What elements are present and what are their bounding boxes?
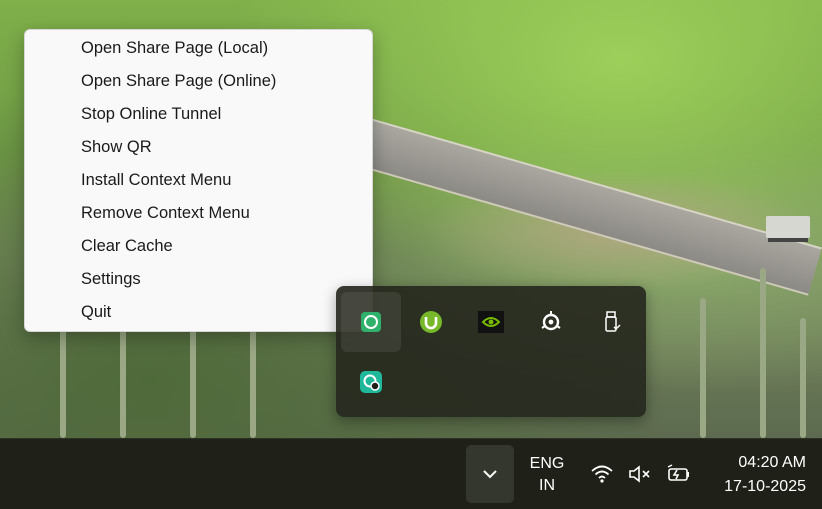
wallpaper-cactus [700,298,706,438]
steelseries-icon [541,311,561,331]
menu-item-show-qr[interactable]: Show QR [25,131,372,164]
taskbar: ENG IN 04:20 AM 17-10-2025 [0,438,822,509]
menu-item-open-share-online[interactable]: Open Share Page (Online) [25,65,372,98]
tray-icon-usb-drive[interactable] [581,292,641,352]
tray-icon-share-app[interactable] [341,292,401,352]
system-tray-icons[interactable] [590,460,692,488]
tray-overflow-flyout [336,286,646,417]
utorrent-icon [420,311,442,333]
wallpaper-truck [766,216,810,238]
tray-context-menu: Open Share Page (Local) Open Share Page … [24,29,373,332]
share-app-icon [361,312,381,332]
wallpaper-cactus [760,268,766,438]
wallpaper-cactus [800,318,806,438]
input-language-indicator[interactable]: ENG IN [524,453,570,497]
tray-icon-sync-app[interactable] [341,352,401,412]
tray-icon-steelseries[interactable] [521,292,581,352]
battery-charging-icon [667,464,689,481]
nvidia-icon [478,311,504,333]
clock[interactable]: 04:20 AM 17-10-2025 [724,451,806,499]
language-region: IN [539,477,555,494]
tray-icon-nvidia[interactable] [461,292,521,352]
clock-date: 17-10-2025 [724,478,806,495]
usb-drive-icon [605,311,621,332]
language-code: ENG [529,455,565,472]
menu-item-stop-online-tunnel[interactable]: Stop Online Tunnel [25,98,372,131]
show-hidden-icons-button[interactable] [466,445,514,503]
menu-item-remove-context-menu[interactable]: Remove Context Menu [25,197,372,230]
menu-item-quit[interactable]: Quit [25,296,372,329]
menu-item-open-share-local[interactable]: Open Share Page (Local) [25,32,372,65]
menu-item-install-context-menu[interactable]: Install Context Menu [25,164,372,197]
menu-item-clear-cache[interactable]: Clear Cache [25,230,372,263]
chevron-down-icon [483,470,497,479]
tray-icon-utorrent[interactable] [401,292,461,352]
wifi-icon [591,465,613,483]
menu-item-settings[interactable]: Settings [25,263,372,296]
volume-muted-icon [629,465,650,483]
clock-time: 04:20 AM [738,454,806,471]
sync-app-icon [360,371,382,393]
wallpaper-cactus [60,318,66,438]
